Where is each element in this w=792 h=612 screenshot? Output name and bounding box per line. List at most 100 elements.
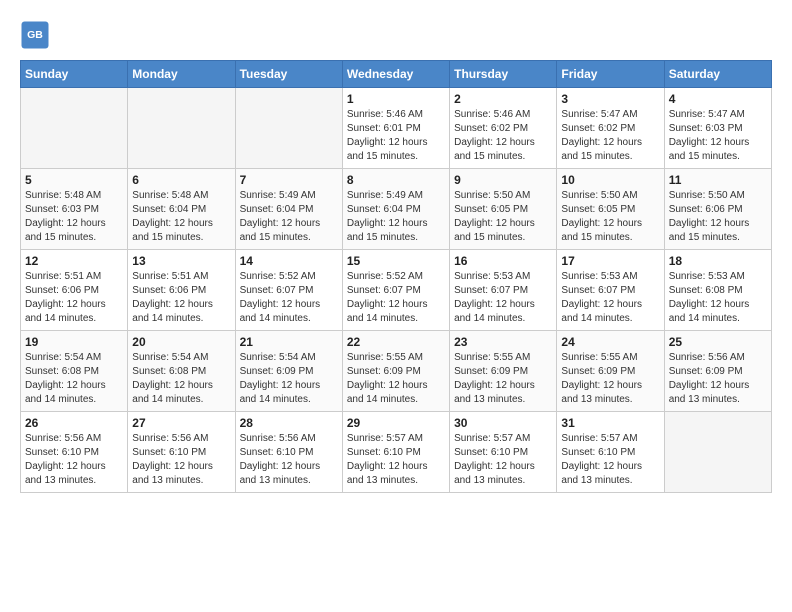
day-info: Sunrise: 5:49 AM Sunset: 6:04 PM Dayligh… (347, 189, 445, 245)
day-number: 3 (561, 92, 659, 106)
header-row: Sunday Monday Tuesday Wednesday Thursday… (21, 61, 772, 88)
day-info: Sunrise: 5:54 AM Sunset: 6:09 PM Dayligh… (240, 351, 338, 407)
col-monday: Monday (128, 61, 235, 88)
day-number: 11 (669, 173, 767, 187)
col-friday: Friday (557, 61, 664, 88)
week-row-3: 12 Sunrise: 5:51 AM Sunset: 6:06 PM Dayli… (21, 250, 772, 331)
day-cell: 10 Sunrise: 5:50 AM Sunset: 6:05 PM Dayli… (557, 169, 664, 250)
day-cell (235, 88, 342, 169)
day-cell: 27Sunrise: 5:56 AM Sunset: 6:10 PM Dayli… (128, 412, 235, 493)
day-info: Sunrise: 5:57 AM Sunset: 6:10 PM Dayligh… (347, 432, 445, 488)
day-cell: 25 Sunrise: 5:56 AM Sunset: 6:09 PM Dayli… (664, 331, 771, 412)
day-number: 10 (561, 173, 659, 187)
day-number: 4 (669, 92, 767, 106)
day-cell: 23 Sunrise: 5:55 AM Sunset: 6:09 PM Dayli… (450, 331, 557, 412)
day-cell: 13 Sunrise: 5:51 AM Sunset: 6:06 PM Dayli… (128, 250, 235, 331)
day-cell: 4 Sunrise: 5:47 AM Sunset: 6:03 PM Daylig… (664, 88, 771, 169)
day-number: 14 (240, 254, 338, 268)
day-number: 5 (25, 173, 123, 187)
day-number: 30 (454, 416, 552, 430)
day-info: Sunrise: 5:56 AM Sunset: 6:09 PM Dayligh… (669, 351, 767, 407)
day-info: Sunrise: 5:53 AM Sunset: 6:07 PM Dayligh… (561, 270, 659, 326)
week-row-4: 19Sunrise: 5:54 AM Sunset: 6:08 PM Dayli… (21, 331, 772, 412)
day-info: Sunrise: 5:51 AM Sunset: 6:06 PM Dayligh… (25, 270, 123, 326)
day-number: 29 (347, 416, 445, 430)
day-info: Sunrise: 5:50 AM Sunset: 6:05 PM Dayligh… (454, 189, 552, 245)
day-info: Sunrise: 5:46 AM Sunset: 6:02 PM Dayligh… (454, 108, 552, 164)
day-cell: 19Sunrise: 5:54 AM Sunset: 6:08 PM Dayli… (21, 331, 128, 412)
col-wednesday: Wednesday (342, 61, 449, 88)
day-info: Sunrise: 5:56 AM Sunset: 6:10 PM Dayligh… (25, 432, 123, 488)
day-info: Sunrise: 5:52 AM Sunset: 6:07 PM Dayligh… (347, 270, 445, 326)
day-number: 6 (132, 173, 230, 187)
day-cell: 30 Sunrise: 5:57 AM Sunset: 6:10 PM Dayli… (450, 412, 557, 493)
calendar-body: 1Sunrise: 5:46 AM Sunset: 6:01 PM Daylig… (21, 88, 772, 493)
day-info: Sunrise: 5:49 AM Sunset: 6:04 PM Dayligh… (240, 189, 338, 245)
svg-text:GB: GB (27, 29, 43, 41)
day-info: Sunrise: 5:57 AM Sunset: 6:10 PM Dayligh… (561, 432, 659, 488)
day-cell: 31 Sunrise: 5:57 AM Sunset: 6:10 PM Dayli… (557, 412, 664, 493)
day-info: Sunrise: 5:47 AM Sunset: 6:02 PM Dayligh… (561, 108, 659, 164)
page-header: GB (20, 20, 772, 50)
day-info: Sunrise: 5:55 AM Sunset: 6:09 PM Dayligh… (347, 351, 445, 407)
day-number: 31 (561, 416, 659, 430)
week-row-1: 1Sunrise: 5:46 AM Sunset: 6:01 PM Daylig… (21, 88, 772, 169)
day-number: 12 (25, 254, 123, 268)
day-number: 7 (240, 173, 338, 187)
day-number: 27 (132, 416, 230, 430)
day-cell: 22Sunrise: 5:55 AM Sunset: 6:09 PM Dayli… (342, 331, 449, 412)
week-row-5: 26Sunrise: 5:56 AM Sunset: 6:10 PM Dayli… (21, 412, 772, 493)
day-cell: 26Sunrise: 5:56 AM Sunset: 6:10 PM Dayli… (21, 412, 128, 493)
day-number: 13 (132, 254, 230, 268)
day-cell: 18 Sunrise: 5:53 AM Sunset: 6:08 PM Dayli… (664, 250, 771, 331)
day-info: Sunrise: 5:57 AM Sunset: 6:10 PM Dayligh… (454, 432, 552, 488)
day-info: Sunrise: 5:54 AM Sunset: 6:08 PM Dayligh… (132, 351, 230, 407)
day-info: Sunrise: 5:50 AM Sunset: 6:05 PM Dayligh… (561, 189, 659, 245)
day-number: 21 (240, 335, 338, 349)
day-info: Sunrise: 5:48 AM Sunset: 6:03 PM Dayligh… (25, 189, 123, 245)
day-cell: 3 Sunrise: 5:47 AM Sunset: 6:02 PM Daylig… (557, 88, 664, 169)
day-number: 18 (669, 254, 767, 268)
day-cell: 14 Sunrise: 5:52 AM Sunset: 6:07 PM Dayli… (235, 250, 342, 331)
day-number: 15 (347, 254, 445, 268)
day-number: 23 (454, 335, 552, 349)
day-cell (664, 412, 771, 493)
day-cell: 20 Sunrise: 5:54 AM Sunset: 6:08 PM Dayli… (128, 331, 235, 412)
day-cell: 12 Sunrise: 5:51 AM Sunset: 6:06 PM Dayli… (21, 250, 128, 331)
day-cell: 8 Sunrise: 5:49 AM Sunset: 6:04 PM Daylig… (342, 169, 449, 250)
day-info: Sunrise: 5:54 AM Sunset: 6:08 PM Dayligh… (25, 351, 123, 407)
day-cell: 21 Sunrise: 5:54 AM Sunset: 6:09 PM Dayli… (235, 331, 342, 412)
day-number: 17 (561, 254, 659, 268)
day-info: Sunrise: 5:47 AM Sunset: 6:03 PM Dayligh… (669, 108, 767, 164)
logo: GB (20, 20, 54, 50)
day-info: Sunrise: 5:52 AM Sunset: 6:07 PM Dayligh… (240, 270, 338, 326)
day-info: Sunrise: 5:51 AM Sunset: 6:06 PM Dayligh… (132, 270, 230, 326)
day-cell: 2 Sunrise: 5:46 AM Sunset: 6:02 PM Daylig… (450, 88, 557, 169)
day-number: 24 (561, 335, 659, 349)
day-cell: 5 Sunrise: 5:48 AM Sunset: 6:03 PM Daylig… (21, 169, 128, 250)
calendar-header: Sunday Monday Tuesday Wednesday Thursday… (21, 61, 772, 88)
day-number: 16 (454, 254, 552, 268)
day-info: Sunrise: 5:53 AM Sunset: 6:07 PM Dayligh… (454, 270, 552, 326)
col-sunday: Sunday (21, 61, 128, 88)
day-cell (128, 88, 235, 169)
day-number: 20 (132, 335, 230, 349)
day-info: Sunrise: 5:55 AM Sunset: 6:09 PM Dayligh… (561, 351, 659, 407)
day-cell: 7 Sunrise: 5:49 AM Sunset: 6:04 PM Daylig… (235, 169, 342, 250)
day-info: Sunrise: 5:55 AM Sunset: 6:09 PM Dayligh… (454, 351, 552, 407)
calendar-table: Sunday Monday Tuesday Wednesday Thursday… (20, 60, 772, 493)
day-cell: 11Sunrise: 5:50 AM Sunset: 6:06 PM Dayli… (664, 169, 771, 250)
day-cell: 1Sunrise: 5:46 AM Sunset: 6:01 PM Daylig… (342, 88, 449, 169)
day-info: Sunrise: 5:48 AM Sunset: 6:04 PM Dayligh… (132, 189, 230, 245)
day-cell: 28Sunrise: 5:56 AM Sunset: 6:10 PM Dayli… (235, 412, 342, 493)
day-number: 2 (454, 92, 552, 106)
day-number: 8 (347, 173, 445, 187)
day-number: 9 (454, 173, 552, 187)
col-thursday: Thursday (450, 61, 557, 88)
col-tuesday: Tuesday (235, 61, 342, 88)
day-info: Sunrise: 5:53 AM Sunset: 6:08 PM Dayligh… (669, 270, 767, 326)
day-number: 25 (669, 335, 767, 349)
day-info: Sunrise: 5:46 AM Sunset: 6:01 PM Dayligh… (347, 108, 445, 164)
week-row-2: 5 Sunrise: 5:48 AM Sunset: 6:03 PM Daylig… (21, 169, 772, 250)
day-cell: 9 Sunrise: 5:50 AM Sunset: 6:05 PM Daylig… (450, 169, 557, 250)
